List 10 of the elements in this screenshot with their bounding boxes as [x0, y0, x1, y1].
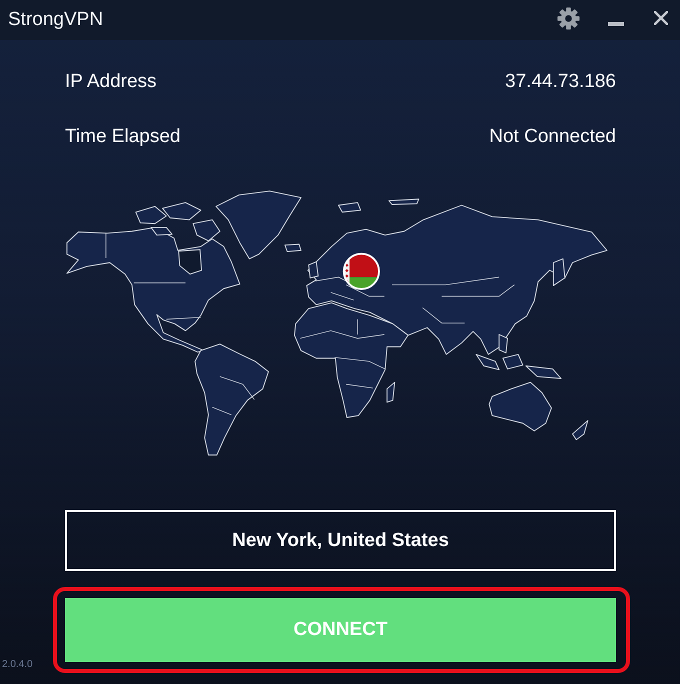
location-selector[interactable]: New York, United States — [65, 510, 616, 571]
info-label: Time Elapsed — [65, 125, 180, 149]
flag-marker-icon — [342, 252, 380, 290]
window-title: StrongVPN — [8, 8, 104, 32]
settings-icon[interactable] — [557, 6, 580, 30]
info-value: 37.44.73.186 — [505, 70, 616, 94]
close-icon[interactable] — [654, 11, 668, 25]
version-label: 2.0.4.0 — [1, 659, 34, 671]
info-value: Not Connected — [489, 125, 616, 149]
info-label: IP Address — [65, 70, 157, 94]
